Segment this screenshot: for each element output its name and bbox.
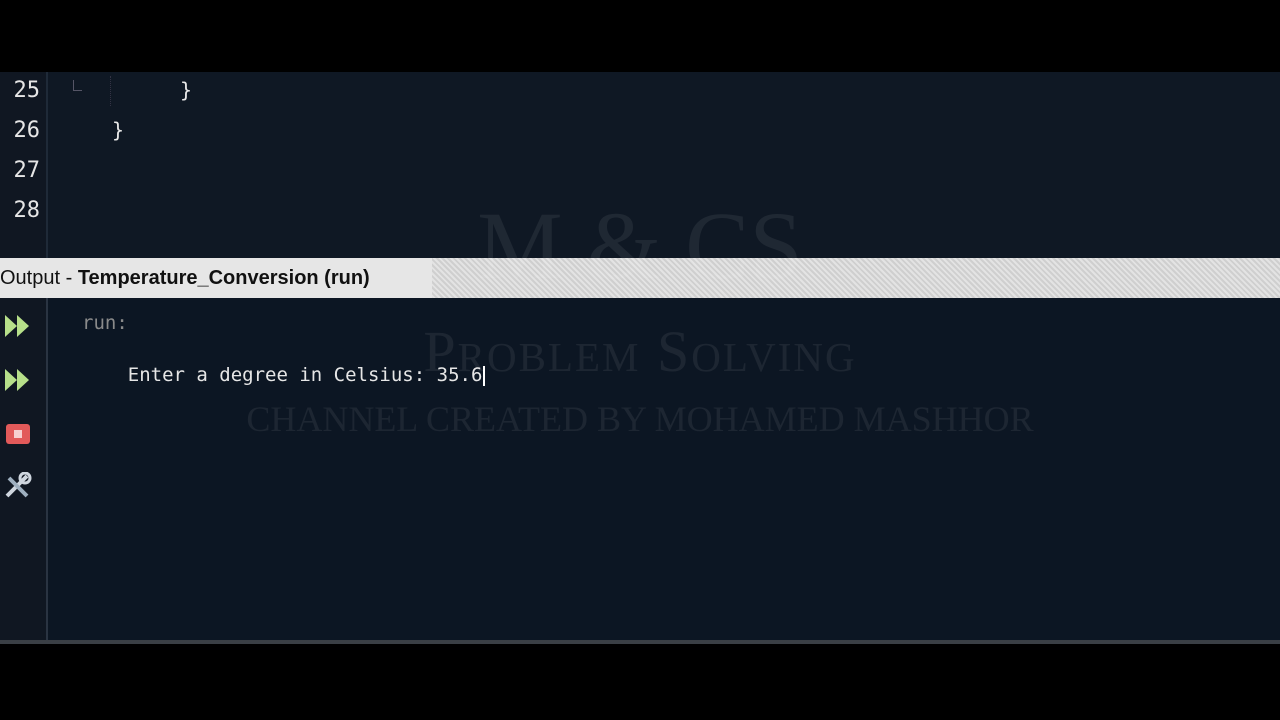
panel-bottom-border	[0, 640, 1280, 644]
code-line[interactable]: }	[180, 78, 192, 102]
code-editor[interactable]: 25 26 27 28 } }	[0, 72, 1280, 258]
console-input-line[interactable]: Enter a degree in Celsius: 35.6	[82, 342, 486, 408]
output-title-prefix: Output -	[0, 266, 78, 289]
indent-guide	[110, 76, 111, 106]
line-number: 28	[13, 198, 41, 223]
output-toolbar	[0, 298, 48, 640]
code-line[interactable]: }	[112, 118, 124, 142]
output-panel[interactable]: run: Enter a degree in Celsius: 35.6	[0, 298, 1280, 640]
settings-icon[interactable]	[2, 470, 34, 502]
line-number: 26	[13, 118, 41, 143]
line-number: 27	[13, 158, 41, 183]
text-caret	[483, 365, 486, 386]
rerun-with-args-icon[interactable]	[2, 364, 34, 396]
output-window-titlebar[interactable]: Output - Temperature_Conversion (run)	[0, 258, 1280, 298]
typed-input[interactable]: 35.6	[437, 364, 483, 386]
output-title-name: Temperature_Conversion (run)	[77, 266, 370, 289]
fold-marker-icon[interactable]	[73, 80, 82, 91]
rerun-icon[interactable]	[2, 310, 34, 342]
prompt-text: Enter a degree in Celsius:	[127, 364, 437, 386]
output-tab[interactable]: Output - Temperature_Conversion (run)	[0, 258, 432, 298]
line-number-gutter: 25 26 27 28	[0, 72, 48, 258]
run-label: run:	[82, 312, 128, 334]
line-number: 25	[13, 78, 41, 103]
stop-icon[interactable]	[2, 418, 34, 450]
